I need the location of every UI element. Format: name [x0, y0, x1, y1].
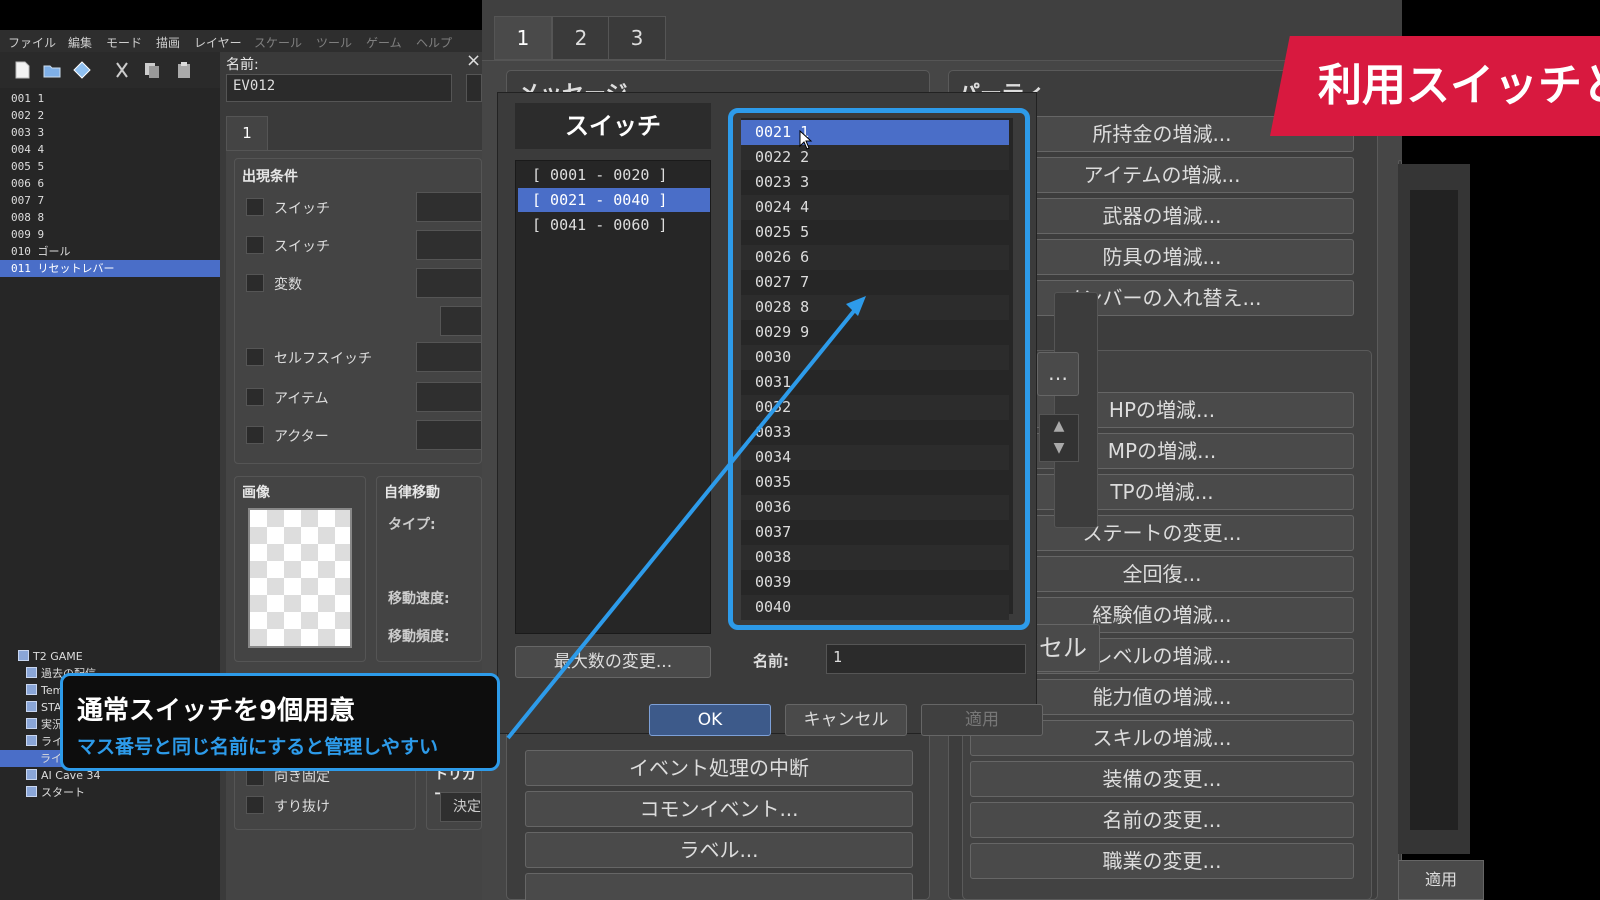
- caption-main: 通常スイッチを9個用意: [77, 696, 356, 726]
- app-screen: ファイル 編集 モード 描画 レイヤー スケール ツール ゲーム ヘルプ 001…: [0, 0, 1600, 900]
- caption-sub: マス番号と同じ名前にすると管理しやすい: [77, 736, 439, 758]
- caption-box: 通常スイッチを9個用意 マス番号と同じ名前にすると管理しやすい: [60, 673, 500, 771]
- banner: 利用スイッチと: [1270, 36, 1600, 136]
